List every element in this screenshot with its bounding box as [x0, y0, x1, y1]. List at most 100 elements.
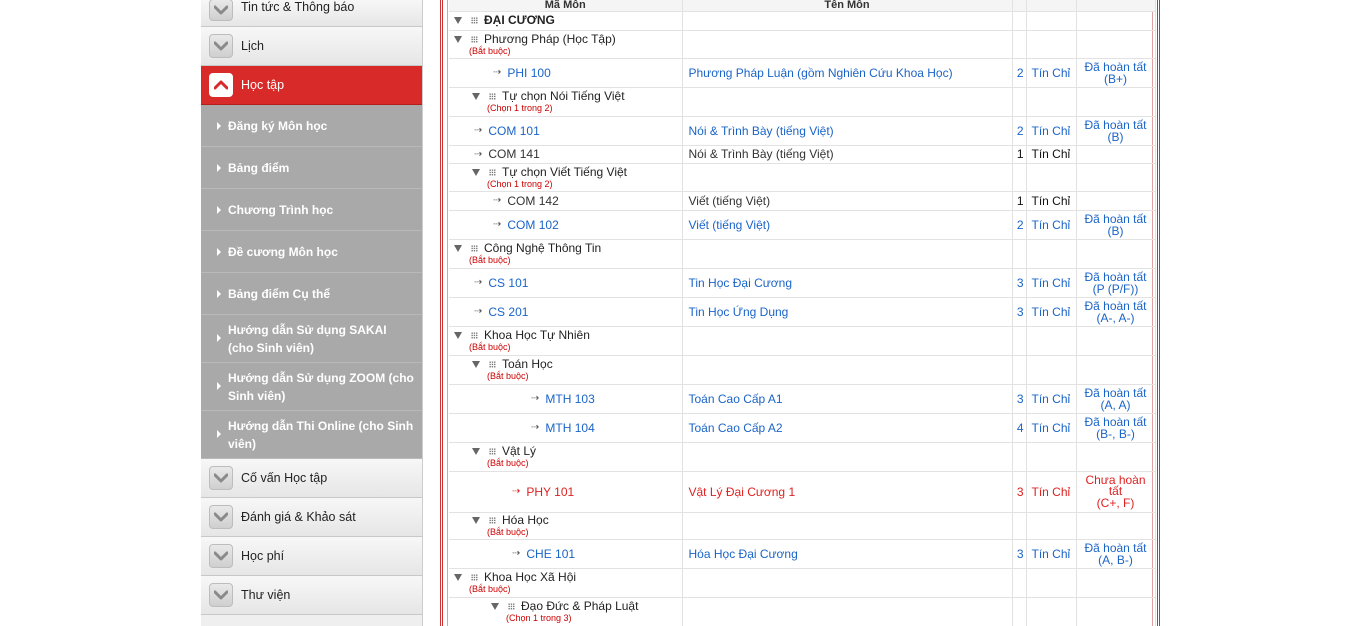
group-title: Tự chọn Viết Tiếng Việt: [502, 164, 627, 179]
collapse-triangle-icon[interactable]: [454, 245, 462, 252]
course-code-link[interactable]: COM 102: [507, 218, 558, 232]
name-cell: [682, 11, 1013, 31]
group-row: Hóa Học (Bắt buộc): [449, 512, 1156, 540]
course-name-link[interactable]: Tin Học Đại Cương: [689, 276, 793, 290]
sidebar-menu-item[interactable]: Lịch: [201, 27, 422, 66]
course-name-link[interactable]: Vật Lý Đại Cương 1: [689, 485, 796, 499]
unit-cell: [1026, 11, 1077, 31]
name-cell: [682, 355, 1013, 385]
course-code-link[interactable]: CHE 101: [526, 547, 575, 561]
sidebar-menu-label: Đánh giá & Khảo sát: [241, 510, 356, 524]
unit-cell: Tín Chỉ: [1026, 471, 1077, 513]
collapse-triangle-icon[interactable]: [491, 603, 499, 610]
course-code-link[interactable]: COM 101: [488, 124, 539, 138]
sidebar-submenu: Đăng ký Môn học Bảng điểm Chương Trình học…: [201, 105, 422, 459]
collapse-triangle-icon[interactable]: [472, 93, 480, 100]
credits-cell: [1012, 87, 1027, 117]
header-course-code: Mã Môn: [449, 0, 683, 12]
sidebar-subitem[interactable]: Bảng điểm Cụ thể: [201, 273, 422, 315]
group-title: Toán Học: [502, 357, 553, 371]
sidebar-subitem[interactable]: Hướng dẫn Sử dụng SAKAI (cho Sinh viên): [201, 315, 422, 363]
course-code-block: ⇢ MTH 104: [449, 421, 682, 435]
sidebar-subitem[interactable]: Hướng dẫn Sử dụng ZOOM (cho Sinh viên): [201, 363, 422, 411]
collapse-triangle-icon[interactable]: [454, 332, 462, 339]
collapse-triangle-icon[interactable]: [472, 517, 480, 524]
group-row: Khoa Học Xã Hội (Bắt buộc): [449, 568, 1156, 598]
chevron-down-icon: [209, 505, 233, 529]
course-code-link[interactable]: MTH 103: [545, 392, 594, 406]
group-header[interactable]: Tự chọn Nói Tiếng Việt (Chọn 1 trong 2): [449, 90, 682, 113]
collapse-triangle-icon[interactable]: [472, 361, 480, 368]
caret-right-icon: [217, 247, 221, 256]
credits-cell: [1012, 442, 1027, 472]
status-text: Đã hoàn tất: [1084, 540, 1147, 555]
course-name-link[interactable]: Phương Pháp Luận (gồm Nghiên Cứu Khoa Họ…: [689, 66, 953, 80]
group-header[interactable]: Hóa Học (Bắt buộc): [449, 514, 682, 537]
collapse-triangle-icon[interactable]: [472, 168, 480, 176]
sidebar-menu-item[interactable]: Tin tức & Thông báo: [201, 0, 422, 27]
group-title-line: Tự chọn Nói Tiếng Việt: [472, 90, 682, 103]
sidebar-subitem[interactable]: Hướng dẫn Thi Online (cho Sinh viên): [201, 411, 422, 459]
course-code-link[interactable]: PHY 101: [526, 485, 574, 499]
group-title: Phương Pháp (Học Tập): [484, 31, 616, 46]
code-cell: Toán Học (Bắt buộc): [449, 355, 683, 385]
course-name-link[interactable]: Toán Cao Cấp A2: [689, 421, 783, 435]
credits-cell: 4: [1012, 413, 1027, 443]
collapse-triangle-icon[interactable]: [472, 448, 480, 455]
course-name-link[interactable]: Viết (tiếng Việt): [689, 218, 771, 232]
grid-dots-icon: [471, 35, 478, 43]
group-title-line: Khoa Học Tự Nhiên: [454, 329, 682, 342]
collapse-triangle-icon[interactable]: [454, 574, 462, 581]
sidebar-menu-item[interactable]: Cố vấn Học tập: [201, 459, 422, 498]
name-cell: [682, 163, 1013, 192]
sidebar-menu-item[interactable]: Đánh giá & Khảo sát: [201, 498, 422, 537]
caret-right-icon: [217, 163, 221, 172]
group-row: Đạo Đức & Pháp Luật (Chọn 1 trong 3): [449, 597, 1156, 626]
group-header[interactable]: ĐẠI CƯƠNG: [449, 14, 682, 27]
group-header[interactable]: Công Nghệ Thông Tin (Bắt buộc): [449, 242, 682, 265]
group-header[interactable]: Toán Học (Bắt buộc): [449, 358, 682, 381]
grid-dots-icon: [471, 245, 478, 252]
status-cell: Đã hoàn tất (B-, B-): [1076, 413, 1156, 443]
name-cell: [682, 87, 1013, 117]
sidebar-subitem[interactable]: Đề cương Môn học: [201, 231, 422, 273]
course-code-link[interactable]: CS 201: [488, 305, 528, 319]
collapse-triangle-icon[interactable]: [454, 17, 462, 24]
group-header[interactable]: Tự chọn Viết Tiếng Việt (Chọn 1 trong 2): [449, 164, 682, 189]
group-row: Toán Học (Bắt buộc): [449, 355, 1156, 385]
course-name-link[interactable]: Hóa Học Đại Cương: [689, 547, 798, 561]
course-code-link[interactable]: CS 101: [488, 276, 528, 290]
course-row: ⇢ MTH 103 Toán Cao Cấp A1 3 Tín Chỉ Đã hoàn t…: [449, 384, 1156, 414]
group-header[interactable]: Khoa Học Xã Hội (Bắt buộc): [449, 571, 682, 594]
group-header[interactable]: Phương Pháp (Học Tập) (Bắt buộc): [449, 31, 682, 56]
status-cell: [1076, 11, 1156, 31]
group-title: ĐẠI CƯƠNG: [484, 13, 555, 27]
course-code-link[interactable]: MTH 104: [545, 421, 594, 435]
sidebar-menu-item[interactable]: Học tập: [201, 66, 422, 105]
group-header[interactable]: Khoa Học Tự Nhiên (Bắt buộc): [449, 329, 682, 352]
unit-cell: Tín Chỉ: [1026, 413, 1077, 443]
sidebar-subitem[interactable]: Bảng điểm: [201, 147, 422, 189]
sidebar-subitem-label: Chương Trình học: [228, 202, 334, 217]
caret-right-icon: [217, 334, 221, 342]
course-name-link[interactable]: Toán Cao Cấp A1: [689, 392, 783, 406]
course-name-link[interactable]: Tin Học Ứng Dụng: [689, 305, 789, 319]
course-name-link[interactable]: Nói & Trình Bày (tiếng Việt): [689, 124, 834, 138]
header-credits: [1012, 0, 1027, 12]
code-cell: ĐẠI CƯƠNG: [449, 11, 683, 31]
credits-cell: 3: [1012, 384, 1027, 414]
course-code-link[interactable]: PHI 100: [507, 66, 550, 80]
sidebar-menu-item[interactable]: Thư viện: [201, 576, 422, 615]
name-cell: Tin Học Ứng Dụng: [682, 297, 1013, 327]
status-cell: [1076, 239, 1156, 269]
group-header[interactable]: Vật Lý (Bắt buộc): [449, 445, 682, 468]
sidebar-menu-item[interactable]: Học phí: [201, 537, 422, 576]
collapse-triangle-icon[interactable]: [454, 35, 462, 43]
status-cell: [1076, 326, 1156, 356]
course-code-block: ⇢ COM 102: [449, 218, 682, 232]
sidebar-subitem[interactable]: Chương Trình học: [201, 189, 422, 231]
sidebar-subitem-label: Hướng dẫn Sử dụng ZOOM (cho Sinh viên): [228, 371, 414, 403]
group-header[interactable]: Đạo Đức & Pháp Luật (Chọn 1 trong 3): [449, 600, 682, 623]
sidebar-subitem[interactable]: Đăng ký Môn học: [201, 105, 422, 147]
code-cell: Hóa Học (Bắt buộc): [449, 512, 683, 540]
